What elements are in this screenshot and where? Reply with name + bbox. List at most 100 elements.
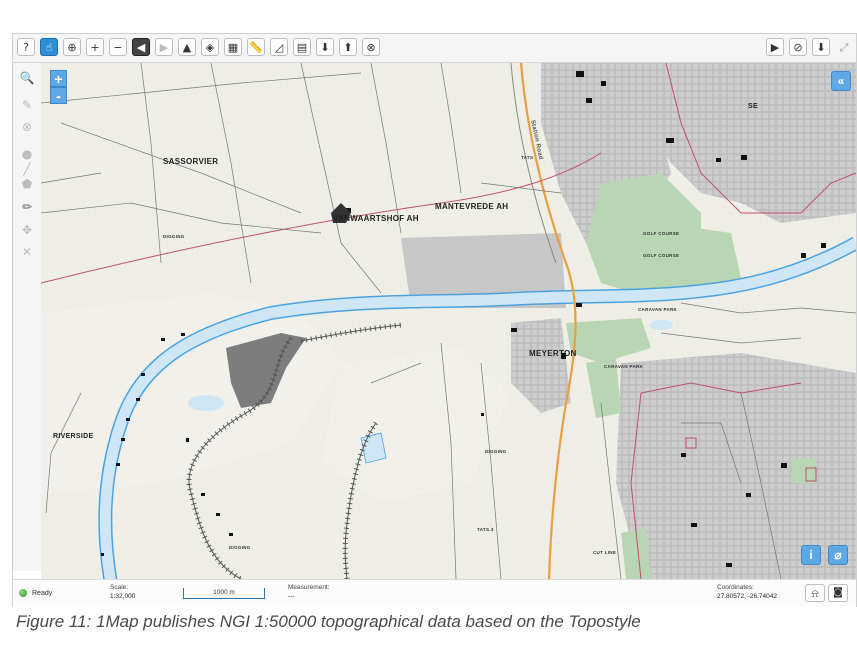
move-tool-button[interactable]: ✥ [18,221,36,239]
coordinates-info: Coordinates: 27.80572, -26.74042 [717,584,777,600]
locate-button[interactable]: ◈ [201,38,219,56]
zoom-out-icon: − [113,40,123,54]
polygon-tool-button[interactable]: ⬟ [18,175,36,193]
next-extent-button[interactable]: ▶ [155,38,173,56]
grid-button[interactable]: ▦ [224,38,242,56]
coordinates-label: Coordinates: [717,584,754,591]
status-ready-text: Ready [32,589,53,597]
label-digging-3: DIGGING [485,449,507,454]
fullscreen-button[interactable]: ⤢ [835,38,853,56]
status-ready: Ready [19,589,52,597]
delete-tool-button[interactable]: ✕ [18,243,36,261]
upload-icon: ⬆ [343,40,353,54]
label-tats: TATS [521,155,534,160]
cancel-icon: ⊗ [21,120,33,134]
label-digging-1: DIGGING [163,234,185,239]
help-icon: ? [23,40,29,54]
globe-icon: ⊕ [67,40,77,54]
label-golf-course-1: GOLF COURSE [643,231,680,236]
pencil-tool-button[interactable]: ✏ [18,198,36,216]
measure-ruler-icon: 📏 [249,40,263,54]
help-button[interactable]: ? [17,38,35,56]
play-tour-button[interactable]: ▶ [766,38,784,56]
point-icon: ● [21,147,33,161]
terrain-icon: ▲ [182,40,192,54]
info-button[interactable]: i [801,545,821,565]
zoom-out-button[interactable]: − [109,38,127,56]
zoom-in-icon: + [90,40,100,54]
figure-caption: Figure 11: 1Map publishes NGI 1:50000 to… [16,612,641,631]
label-meyerton: MEYERTON [529,349,577,358]
scale-label: Scale: [110,584,129,591]
zoom-box-icon: 🔍 [19,71,35,85]
upload-button[interactable]: ⬆ [339,38,357,56]
status-indicator-icon [19,589,27,597]
screenshot-button[interactable]: ◙ [828,584,848,602]
move-icon: ✥ [21,223,33,237]
cancel-tool-button[interactable]: ⊗ [18,118,36,136]
measurement-label: Measurement: [288,584,330,591]
delete-icon: ✕ [21,245,33,259]
line-icon: ╱ [23,162,31,176]
polygon-icon: ⬟ [21,177,33,191]
edit-layer-tool-button[interactable]: ✎ [18,96,36,114]
map-canvas[interactable] [41,63,856,579]
label-mantevrede: MANTEVREDE AH [435,202,509,211]
edit-layer-icon: ✎ [21,98,33,112]
scale-bar: 1000 m [183,588,265,599]
pointer-button[interactable]: ☝ [40,38,58,56]
previous-extent-icon: ◀ [136,40,146,54]
label-sassorivier: SASSORVIER [163,157,219,166]
headset-icon: ⍾ [811,586,819,600]
pdf-button[interactable]: ▤ [293,38,311,56]
attachment-button[interactable]: ⌀ [828,545,848,565]
download-button[interactable]: ⬇ [316,38,334,56]
top-toolbar: ? ☝ ⊕ + − ◀ ▶ ▲ ◈ ▦ 📏 ◿ ▤ ⬇ ⬆ ⊗ ▶ ⊘ ⬇ ⤢ [13,34,856,63]
label-caravan-park-1: CARAVAN PARK [638,307,678,312]
no-layers-button[interactable]: ⊘ [789,38,807,56]
map-zoom-out-button[interactable]: - [50,87,67,104]
label-caravan-park-2: CARAVAN PARK [604,364,644,369]
measurement-info: Measurement: --- [288,584,330,600]
grid-icon: ▦ [227,40,239,54]
basemap-globe-button[interactable]: ⊗ [362,38,380,56]
basemap-globe-icon: ⊗ [366,40,376,54]
georeference-button[interactable]: ⍾ [805,584,825,602]
measure-ruler-button[interactable]: 📏 [247,38,265,56]
label-tats-3: TATS.3 [477,527,494,532]
label-riverside: RIVERSIDE [53,433,94,440]
no-layers-icon: ⊘ [793,40,803,54]
label-vanwaartshof: VANWAARTSHOF AH [333,214,419,223]
measure-area-icon: ◿ [274,40,284,54]
collapse-panel-button[interactable]: « [831,71,851,91]
map-zoom-in-button[interactable]: + [50,70,67,87]
left-toolbar: 🔍 ✎ ⊗ ● ╱ ⬟ ✏ ✥ ✕ [13,63,42,571]
scale-value: 1:32,000 [110,593,136,600]
previous-extent-button[interactable]: ◀ [132,38,150,56]
coordinates-value: 27.80572, -26.74042 [717,593,777,600]
globe-button[interactable]: ⊕ [63,38,81,56]
pointer-icon: ☝ [45,40,53,54]
fullscreen-icon: ⤢ [839,40,849,54]
measure-area-button[interactable]: ◿ [270,38,288,56]
map-application: ? ☝ ⊕ + − ◀ ▶ ▲ ◈ ▦ 📏 ◿ ▤ ⬇ ⬆ ⊗ ▶ ⊘ ⬇ ⤢ 🔍 ✎ ⊗ ● ╱ ⬟ ✏ ✥ ✕ [12,33,857,607]
label-golf-course-2: GOLF COURSE [643,253,680,258]
pencil-icon: ✏ [21,200,33,214]
scale-info: Scale: 1:32,000 [110,584,135,600]
next-extent-icon: ▶ [159,40,169,54]
measurement-value: --- [288,593,295,600]
camera-icon: ◙ [833,587,843,598]
status-bar: Ready Scale: 1:32,000 1000 m Measurement… [13,579,856,607]
label-cut-line: CUT LINE [593,550,617,555]
label-digging-2: DIGGING [229,545,251,550]
terrain-button[interactable]: ▲ [178,38,196,56]
scale-bar-text: 1000 m [213,589,235,596]
pdf-icon: ▤ [296,40,308,54]
play-tour-icon: ▶ [770,40,780,54]
label-se: SE [748,103,758,110]
download-map-button[interactable]: ⬇ [812,38,830,56]
zoom-in-button[interactable]: + [86,38,104,56]
download-map-icon: ⬇ [816,40,826,54]
map-view[interactable]: SASSORVIER VANWAARTSHOF AH MANTEVREDE AH… [41,63,856,579]
zoom-box-tool-button[interactable]: 🔍 [18,69,36,87]
